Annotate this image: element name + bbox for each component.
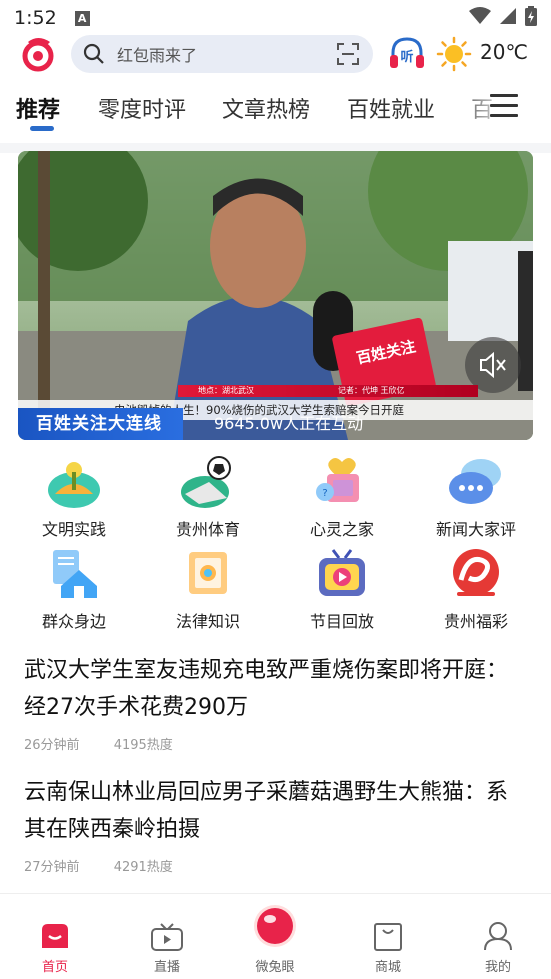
temperature: 20℃ bbox=[480, 40, 528, 64]
grid-label: 贵州福彩 bbox=[443, 612, 508, 631]
news-meta: 26分钟前 4195热度 bbox=[24, 734, 528, 753]
rabbit-eye-icon bbox=[254, 905, 296, 947]
law-icon bbox=[189, 552, 227, 594]
nav-rabbit-eye[interactable]: 微兔眼 bbox=[220, 894, 330, 979]
status-icons bbox=[469, 6, 537, 26]
bottom-nav: 首页 直播 微兔眼 商城 我的 bbox=[0, 893, 551, 979]
grid-item-replay[interactable]: 节目回放 bbox=[282, 546, 402, 632]
tab-employment[interactable]: 百姓就业 bbox=[347, 92, 435, 124]
news-heat: 4195热度 bbox=[113, 738, 173, 753]
scan-icon[interactable] bbox=[337, 43, 359, 65]
app-logo-icon[interactable] bbox=[20, 36, 56, 72]
search-placeholder: 红包雨来了 bbox=[117, 46, 198, 65]
grid-label: 贵州体育 bbox=[175, 520, 240, 539]
grid-label: 群众身边 bbox=[41, 612, 106, 631]
profile-icon bbox=[484, 922, 512, 951]
feature-grid: 文明实践 贵州体育 ? 心灵之家 新闻大家评 群众身边 法律知识 节目回放 贵州… bbox=[0, 452, 551, 632]
video-brand: 百姓关注大连线 bbox=[36, 414, 162, 434]
news-time: 26分钟前 bbox=[24, 738, 80, 753]
viewer-count: 9645.0w人正在互动 bbox=[214, 414, 364, 433]
grid-item-news-comment[interactable]: 新闻大家评 bbox=[416, 454, 536, 540]
headphone-icon: 听 bbox=[390, 37, 424, 68]
grid-label: 心灵之家 bbox=[309, 520, 374, 539]
news-item[interactable]: 武汉大学生室友违规充电致严重烧伤案即将开庭：经27次手术花费290万 26分钟前… bbox=[24, 652, 528, 753]
grid-label: 节目回放 bbox=[309, 612, 374, 631]
news-heat: 4291热度 bbox=[113, 860, 173, 875]
nav-label: 我的 bbox=[484, 960, 511, 975]
grid-item-community[interactable]: 群众身边 bbox=[14, 546, 134, 632]
home-icon bbox=[42, 924, 68, 948]
shopping-bag-icon bbox=[374, 923, 402, 951]
grid-item-lottery[interactable]: 贵州福彩 bbox=[416, 546, 536, 632]
nav-live[interactable]: 直播 bbox=[112, 894, 222, 979]
nav-label: 直播 bbox=[153, 960, 180, 975]
news-title[interactable]: 武汉大学生室友违规充电致严重烧伤案即将开庭：经27次手术花费290万 bbox=[24, 652, 528, 726]
sports-icon bbox=[181, 456, 231, 508]
nav-label: 微兔眼 bbox=[255, 960, 295, 975]
nav-home[interactable]: 首页 bbox=[0, 894, 110, 979]
grid-item-civilization[interactable]: 文明实践 bbox=[14, 454, 134, 540]
civilization-practice-icon bbox=[48, 462, 100, 508]
news-time: 27分钟前 bbox=[24, 860, 80, 875]
battery-icon bbox=[525, 6, 537, 26]
status-bar: 1:52 A bbox=[0, 0, 551, 36]
grid-label: 新闻大家评 bbox=[435, 520, 516, 539]
nav-label: 首页 bbox=[41, 960, 68, 975]
search-box[interactable]: 红包雨来了 bbox=[71, 35, 373, 73]
grid-item-heart-home[interactable]: ? 心灵之家 bbox=[282, 454, 402, 540]
caption-location: 地点：湖北武汉 bbox=[198, 386, 254, 395]
menu-icon[interactable] bbox=[490, 94, 518, 118]
tab-recommend[interactable]: 推荐 bbox=[16, 92, 60, 124]
news-item[interactable]: 云南保山林业局回应男子采蘑菇遇野生大熊猫：系其在陕西秦岭拍摄 27分钟前 429… bbox=[24, 774, 528, 875]
notification-icon: A bbox=[74, 10, 90, 26]
signal-icon bbox=[500, 8, 516, 24]
nav-shop[interactable]: 商城 bbox=[333, 894, 443, 979]
caption-reporter: 记者：代坤 王欣亿 bbox=[338, 386, 405, 395]
listen-label: 听 bbox=[400, 49, 413, 65]
listen-button[interactable]: 听 bbox=[388, 35, 426, 73]
grid-label: 法律知识 bbox=[175, 612, 240, 631]
news-meta: 27分钟前 4291热度 bbox=[24, 856, 528, 875]
tab-active-indicator bbox=[30, 126, 54, 131]
news-title[interactable]: 云南保山林业局回应男子采蘑菇遇野生大熊猫：系其在陕西秦岭拍摄 bbox=[24, 774, 528, 848]
news-comment-icon bbox=[449, 459, 501, 504]
lottery-icon bbox=[453, 549, 499, 596]
svg-text:?: ? bbox=[322, 488, 327, 499]
tab-hot-articles[interactable]: 文章热榜 bbox=[222, 92, 310, 124]
nav-profile[interactable]: 我的 bbox=[443, 894, 551, 979]
grid-item-sports[interactable]: 贵州体育 bbox=[148, 454, 268, 540]
community-icon bbox=[53, 550, 97, 598]
tab-zero-commentary[interactable]: 零度时评 bbox=[98, 92, 186, 124]
tv-icon bbox=[151, 923, 183, 951]
wifi-icon bbox=[469, 7, 491, 24]
mic-tag-text: 百姓关注 bbox=[354, 337, 418, 368]
replay-icon bbox=[319, 549, 365, 596]
status-time: 1:52 bbox=[14, 7, 57, 29]
search-icon bbox=[83, 43, 104, 64]
grid-label: 文明实践 bbox=[41, 520, 106, 539]
grid-item-law[interactable]: 法律知识 bbox=[148, 546, 268, 632]
channel-tabs: 推荐 零度时评 文章热榜 百姓就业 百 bbox=[0, 86, 551, 136]
nav-label: 商城 bbox=[374, 960, 401, 975]
sun-icon bbox=[436, 36, 472, 72]
header: 红包雨来了 听 20℃ bbox=[0, 34, 551, 74]
heart-home-icon: ? bbox=[316, 458, 359, 502]
video-player[interactable]: 百姓关注 地点：湖北武汉 记者：代坤 王欣亿 电池毁掉的人生！90%烧伤的武汉大… bbox=[18, 151, 533, 440]
